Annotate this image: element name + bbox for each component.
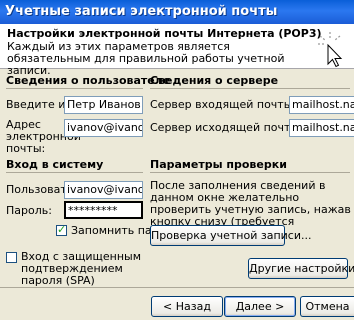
password-label: Пароль: xyxy=(6,204,52,217)
logon-divider xyxy=(6,172,143,173)
outgoing-server-field[interactable]: mailhost.napra xyxy=(289,119,354,137)
test-settings-heading: Параметры проверки xyxy=(150,158,287,171)
remember-password-checkbox[interactable] xyxy=(56,223,67,236)
mouse-cursor-icon xyxy=(318,32,343,68)
logon-heading: Вход в систему xyxy=(6,158,104,171)
next-button[interactable]: Далее > xyxy=(224,296,296,317)
wizard-header: Настройки электронной почты Интернета (P… xyxy=(0,24,354,77)
more-settings-button[interactable]: Другие настройки ... xyxy=(248,258,354,279)
password-field[interactable]: ********* xyxy=(64,201,143,219)
title-bar[interactable]: Учетные записи электронной почты xyxy=(0,0,354,24)
server-info-divider xyxy=(150,88,350,89)
test-account-button[interactable]: Проверка учетной записи... xyxy=(150,225,311,246)
user-field[interactable]: ivanov@ivanov.ru xyxy=(64,181,143,199)
footer-divider xyxy=(0,287,354,288)
email-label: Адрес электронной почты: xyxy=(6,118,81,155)
test-settings-divider xyxy=(150,172,350,173)
email-field[interactable]: ivanov@ivanov.ru xyxy=(64,119,143,137)
incoming-server-field[interactable]: mailhost.napra xyxy=(289,96,354,114)
server-info-heading: Сведения о сервере xyxy=(150,74,279,87)
cancel-button[interactable]: Отмена xyxy=(300,296,354,317)
user-info-heading: Сведения о пользователе xyxy=(6,74,171,87)
header-description: Каждый из этих параметров является обяза… xyxy=(7,40,285,77)
back-button[interactable]: < Назад xyxy=(151,296,223,317)
spa-checkbox[interactable] xyxy=(6,252,17,263)
account-settings-window: Учетные записи электронной почты Настрой… xyxy=(0,0,354,320)
window-title: Учетные записи электронной почты xyxy=(5,4,278,19)
name-field[interactable]: Петр Иванов xyxy=(64,96,143,114)
header-title: Настройки электронной почты Интернета (P… xyxy=(7,27,322,40)
user-info-divider xyxy=(6,88,143,89)
spa-label[interactable]: Вход с защищенным подтверждением пароля … xyxy=(21,251,161,287)
